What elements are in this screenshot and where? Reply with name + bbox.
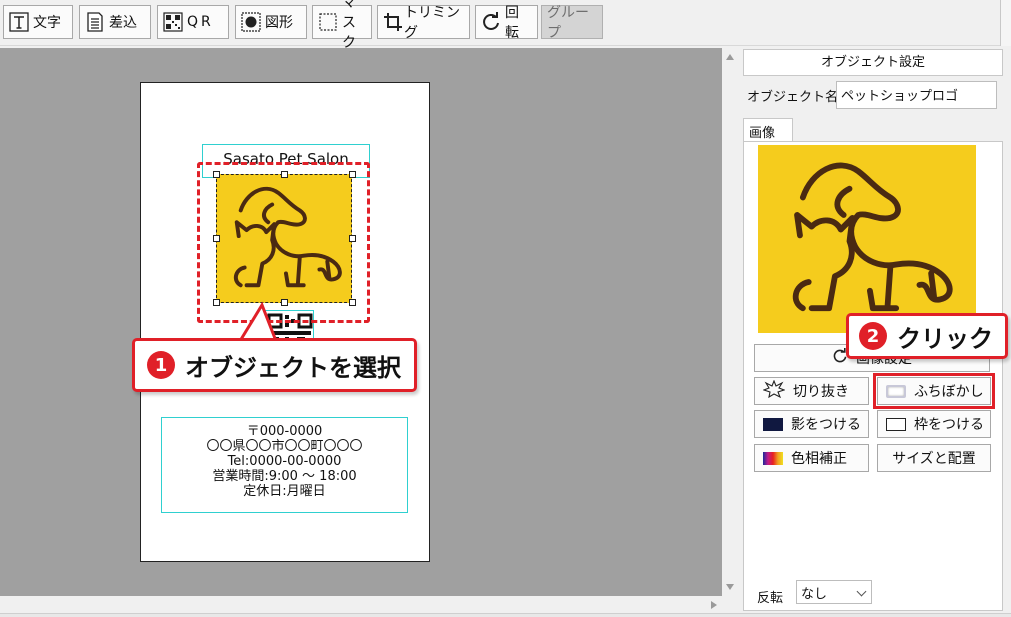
qr-tool-label: QR [187,14,214,30]
rotate-tool-label: 回転 [505,5,519,41]
trim-tool-label: トリミング [404,5,460,41]
hue-adjust-button[interactable]: 色相補正 [754,444,869,472]
shape-tool-button[interactable]: 図形 [235,5,307,39]
preview-logo-image [758,145,976,333]
shape-tool-label: 図形 [265,15,293,31]
status-strip [0,613,1011,617]
callout-click-text: クリック [897,324,993,353]
frame-label: 枠をつける [914,417,984,433]
shadow-icon [763,417,783,431]
cutout-button[interactable]: 切り抜き [754,377,869,405]
qr-tool-button[interactable]: QR [157,5,229,39]
merge-tool-label: 差込 [109,15,137,31]
object-name-input[interactable]: ペットショップロゴ [836,81,997,109]
flip-select-value: なし [801,587,828,602]
panel-header: オブジェクト設定 [743,49,1003,76]
closed-day: 定休日:月曜日 [243,484,326,499]
step-1-badge: 1 [147,351,175,379]
frame-button[interactable]: 枠をつける [877,410,991,438]
step-2-badge: 2 [859,322,887,350]
trim-tool-button[interactable]: トリミング [377,5,470,41]
qr-icon [163,12,183,32]
phone-number: Tel:0000-00-0000 [227,454,342,469]
scroll-up-icon[interactable] [726,54,734,60]
mask-tool-button[interactable]: マスク [312,0,372,51]
callout-click: 2 クリック [846,313,1008,359]
hue-adjust-label: 色相補正 [791,451,847,467]
rotate-tool-button[interactable]: 回転 [475,5,538,41]
flip-select[interactable]: なし [796,580,872,604]
toolbar: 文字 差込 QR 図形 マスク トリミング 回転 グループ [0,0,1011,51]
text-tool-button[interactable]: 文字 [3,5,73,39]
flip-label: 反転 [757,591,784,606]
shape-icon [241,12,261,32]
scroll-down-icon[interactable] [726,584,734,590]
size-position-button[interactable]: サイズと配置 [877,444,991,472]
mask-tool-label: マスク [342,0,356,51]
frame-icon [886,417,906,431]
color-palette-icon [763,451,783,465]
horizontal-scrollbar[interactable] [0,596,739,613]
object-name-label: オブジェクト名 [747,90,839,105]
shadow-label: 影をつける [791,417,861,433]
postal-code: 〒000-0000 [246,424,323,439]
size-position-label: サイズと配置 [892,451,976,467]
address-textbox[interactable]: 〒000-0000 〇〇県〇〇市〇〇町〇〇〇 Tel:0000-00-0000 … [161,417,408,513]
cutout-label: 切り抜き [793,384,849,400]
address-line: 〇〇県〇〇市〇〇町〇〇〇 [206,439,363,454]
callout-select-object: 1 オブジェクトを選択 [132,338,417,392]
tab-image[interactable]: 画像 [743,118,793,142]
edge-blur-label: ふちぼかし [914,384,984,400]
cutout-star-icon [762,379,786,402]
scroll-right-icon[interactable] [711,601,717,609]
image-tab-content: 画像設定 切り抜き ふちぼかし 影をつける 枠をつける 色相補正 サイズと配置 [743,141,1003,611]
crop-icon [383,12,403,32]
document-icon [85,12,105,32]
group-tool-label: グループ [547,5,589,41]
toolbar-end [1000,0,1011,46]
image-preview [756,145,992,333]
business-hours: 営業時間:9:00 ～ 18:00 [212,469,357,484]
preview-dog-cat-icon [792,162,953,312]
merge-tool-button[interactable]: 差込 [79,5,151,39]
callout-select-text: オブジェクトを選択 [185,353,401,382]
shadow-button[interactable]: 影をつける [754,410,869,438]
rotate-icon [481,12,501,32]
chevron-down-icon [856,586,867,597]
text-tool-label: 文字 [33,15,61,31]
group-tool-button[interactable]: グループ [541,5,603,41]
selection-highlight [197,162,370,323]
mask-icon [318,12,338,32]
text-icon [9,12,29,32]
vertical-scrollbar[interactable] [722,48,739,596]
blur-edge-icon [886,384,906,398]
edge-blur-button[interactable]: ふちぼかし [873,373,995,409]
